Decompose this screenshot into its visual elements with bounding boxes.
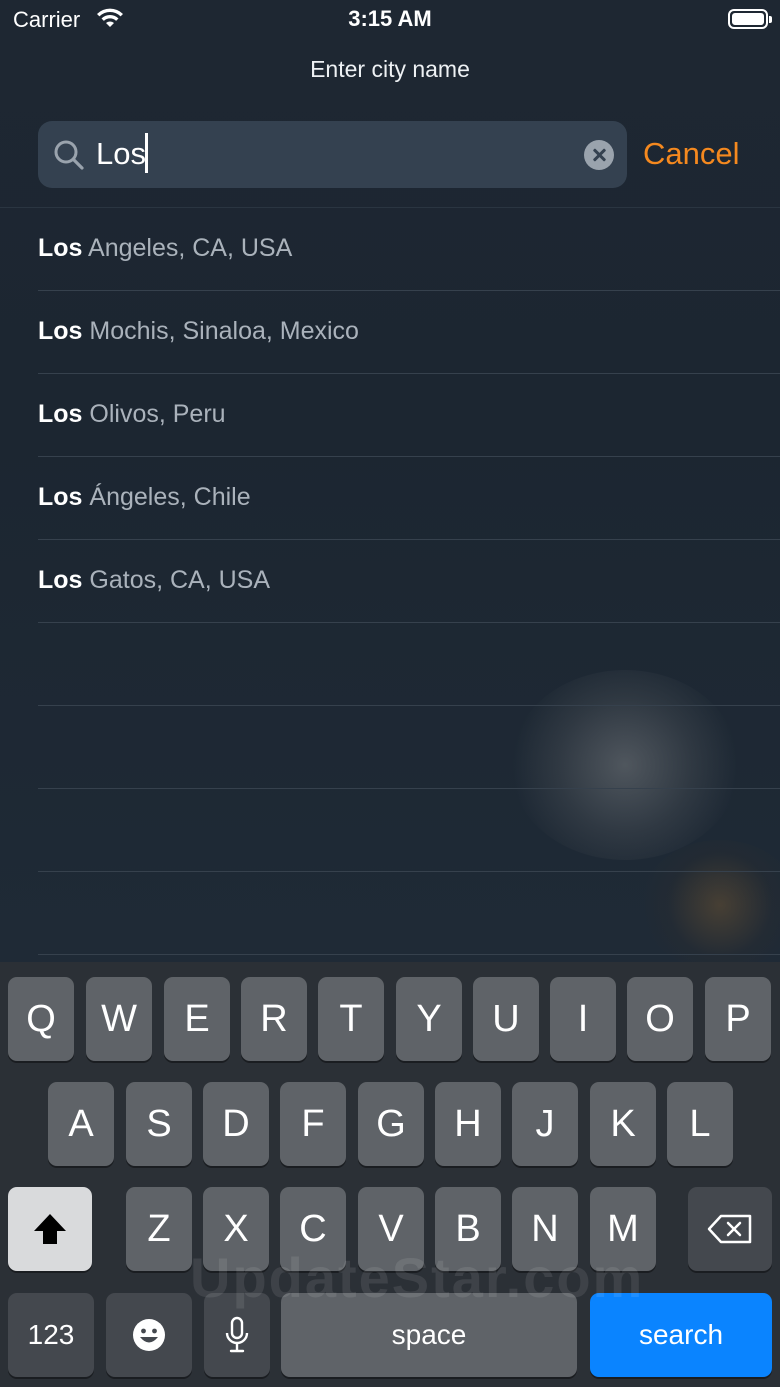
empty-row: [0, 623, 780, 706]
key-g[interactable]: G: [358, 1082, 424, 1166]
shift-icon: [34, 1214, 66, 1244]
emoji-key[interactable]: [106, 1293, 192, 1377]
list-item[interactable]: Los Ángeles, Chile: [0, 457, 780, 540]
result-rest: Olivos, Peru: [82, 400, 226, 428]
result-rest: Mochis, Sinaloa, Mexico: [82, 317, 359, 345]
key-k[interactable]: K: [590, 1082, 656, 1166]
result-match: Los: [38, 566, 83, 594]
key-c[interactable]: C: [280, 1187, 346, 1271]
key-q[interactable]: Q: [8, 977, 74, 1061]
page-title: Enter city name: [310, 56, 470, 82]
result-rest: Gatos, CA, USA: [82, 566, 271, 594]
key-m[interactable]: M: [590, 1187, 656, 1271]
key-f[interactable]: F: [280, 1082, 346, 1166]
clear-text-icon[interactable]: [584, 140, 614, 170]
battery-icon: [728, 9, 772, 29]
results-list: Los Angeles, CA, USA Los Mochis, Sinaloa…: [0, 208, 780, 955]
microphone-icon: [225, 1316, 249, 1353]
backspace-key[interactable]: [688, 1187, 772, 1271]
key-w[interactable]: W: [86, 977, 152, 1061]
key-u[interactable]: U: [473, 977, 539, 1061]
shift-key[interactable]: [8, 1187, 92, 1271]
key-j[interactable]: J: [512, 1082, 578, 1166]
key-a[interactable]: A: [48, 1082, 114, 1166]
search-key-label: search: [638, 1319, 724, 1350]
key-z[interactable]: Z: [126, 1187, 192, 1271]
keyboard: Q W E R T Y U I O P A S D F G H J K L Z …: [0, 962, 780, 1387]
result-label: Los Angeles, CA, USA: [38, 234, 292, 263]
result-rest: Angeles, CA, USA: [82, 234, 293, 262]
key-i[interactable]: I: [550, 977, 616, 1061]
row-divider: [38, 954, 780, 955]
numbers-key-label: 123: [27, 1319, 75, 1350]
key-t[interactable]: T: [318, 977, 384, 1061]
numbers-key[interactable]: 123: [8, 1293, 94, 1377]
search-field[interactable]: [38, 121, 627, 188]
key-p[interactable]: P: [705, 977, 771, 1061]
empty-row: [0, 789, 780, 872]
space-key[interactable]: space: [281, 1293, 577, 1377]
emoji-icon: [133, 1319, 165, 1351]
key-v[interactable]: V: [358, 1187, 424, 1271]
key-x[interactable]: X: [203, 1187, 269, 1271]
key-r[interactable]: R: [241, 977, 307, 1061]
result-label: Los Ángeles, Chile: [38, 483, 251, 512]
key-h[interactable]: H: [435, 1082, 501, 1166]
search-key[interactable]: search: [590, 1293, 772, 1377]
list-item[interactable]: Los Gatos, CA, USA: [0, 540, 780, 623]
empty-row: [0, 872, 780, 955]
text-cursor: [145, 133, 148, 173]
search-icon: [54, 140, 84, 170]
backspace-icon: [707, 1214, 752, 1244]
key-l[interactable]: L: [667, 1082, 733, 1166]
app-background: Carrier 3:15 AM Enter city name Cancel L…: [0, 0, 780, 962]
status-bar: Carrier 3:15 AM: [0, 0, 780, 44]
key-n[interactable]: N: [512, 1187, 578, 1271]
list-item[interactable]: Los Angeles, CA, USA: [0, 208, 780, 291]
key-y[interactable]: Y: [396, 977, 462, 1061]
key-d[interactable]: D: [203, 1082, 269, 1166]
result-match: Los: [38, 234, 83, 262]
empty-row: [0, 706, 780, 789]
result-label: Los Gatos, CA, USA: [38, 566, 270, 595]
result-label: Los Mochis, Sinaloa, Mexico: [38, 317, 359, 346]
key-b[interactable]: B: [435, 1187, 501, 1271]
key-o[interactable]: O: [627, 977, 693, 1061]
clock: 3:15 AM: [348, 6, 432, 31]
search-input[interactable]: [96, 131, 566, 177]
cancel-button[interactable]: Cancel: [643, 136, 740, 172]
result-label: Los Olivos, Peru: [38, 400, 226, 429]
result-match: Los: [38, 400, 83, 428]
result-rest: Ángeles, Chile: [82, 483, 251, 511]
dictation-key[interactable]: [204, 1293, 270, 1377]
key-s[interactable]: S: [126, 1082, 192, 1166]
space-key-label: space: [391, 1319, 467, 1350]
result-match: Los: [38, 317, 83, 345]
list-item[interactable]: Los Olivos, Peru: [0, 374, 780, 457]
result-match: Los: [38, 483, 83, 511]
key-e[interactable]: E: [164, 977, 230, 1061]
list-item[interactable]: Los Mochis, Sinaloa, Mexico: [0, 291, 780, 374]
